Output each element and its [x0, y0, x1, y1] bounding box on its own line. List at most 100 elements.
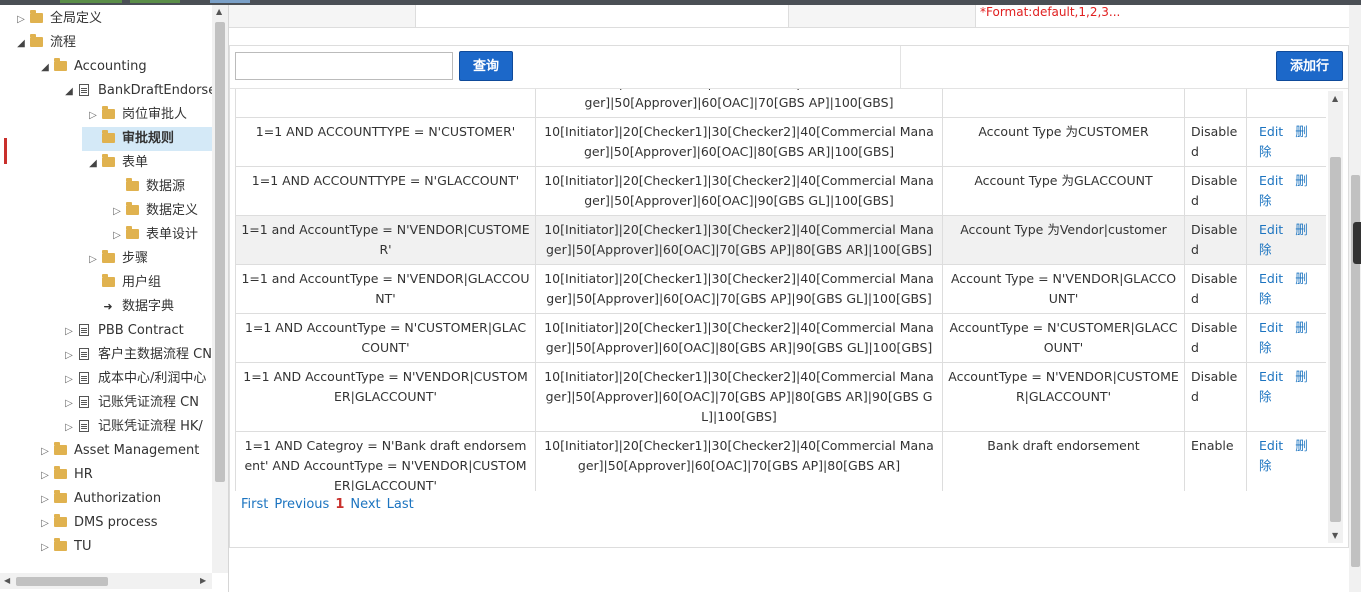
tree-node[interactable]: ▷ 成本中心/利润中心 [62, 367, 206, 391]
collapsed-arrow-icon[interactable]: ▷ [62, 344, 76, 368]
tree-node-label: TU [74, 539, 92, 554]
collapsed-arrow-icon[interactable]: ▷ [62, 392, 76, 416]
folder-icon [52, 487, 68, 511]
collapsed-arrow-icon[interactable]: ▷ [38, 536, 52, 560]
scroll-up-icon[interactable]: ▲ [216, 7, 222, 16]
edit-link[interactable]: Edit [1259, 124, 1283, 139]
scrollbar-thumb[interactable] [16, 577, 108, 586]
tree-node[interactable]: ▷ Asset Management [38, 439, 199, 463]
expanded-arrow-icon[interactable]: ◢ [14, 32, 28, 56]
tree-node[interactable]: ▷ 记账凭证流程 HK/ [62, 415, 203, 439]
tree-node-label: 数据源 [146, 179, 186, 194]
tree-node[interactable]: ▷ 步骤 [86, 247, 148, 271]
scroll-up-icon[interactable]: ▲ [1332, 94, 1338, 103]
query-button[interactable]: 查询 [459, 51, 513, 81]
scrollbar-thumb[interactable] [1330, 157, 1341, 522]
scroll-left-icon[interactable]: ◀ [4, 576, 10, 585]
collapsed-arrow-icon[interactable]: ▷ [110, 224, 124, 248]
actions-cell: Edit 删除 [1246, 264, 1326, 314]
collapsed-arrow-icon[interactable]: ▷ [86, 104, 100, 128]
document-icon [76, 79, 92, 103]
search-input[interactable] [235, 52, 453, 80]
tree-node[interactable]: ◢ 流程 [14, 31, 76, 55]
scrollbar-thumb[interactable] [215, 22, 225, 482]
collapsed-arrow-icon[interactable]: ▷ [38, 440, 52, 464]
scroll-right-icon[interactable]: ▶ [200, 576, 206, 585]
pager-previous[interactable]: Previous [274, 497, 329, 512]
edit-link[interactable]: Edit [1259, 173, 1283, 188]
collapsed-arrow-icon[interactable]: ▷ [14, 8, 28, 32]
approvers-cell: 10[Initiator]|20[Checker1]|30[Checker2]|… [535, 166, 943, 216]
tree-vertical-scrollbar[interactable]: ▲ [212, 5, 228, 573]
folder-icon [28, 31, 44, 55]
expanded-arrow-icon[interactable]: ◢ [38, 56, 52, 80]
tree-node[interactable]: 审批规则 [82, 127, 212, 151]
approvers-cell: 10[Initiator]|20[Checker1]|30[Checker2]|… [535, 431, 943, 491]
pager-next[interactable]: Next [350, 497, 380, 512]
tree-node[interactable]: ▷ 全局定义 [14, 7, 102, 31]
edit-link[interactable]: Edit [1259, 320, 1283, 335]
add-row-button[interactable]: 添加行 [1276, 51, 1343, 81]
collapsed-arrow-icon[interactable]: ▷ [62, 368, 76, 392]
tree-node[interactable]: ▷ 客户主数据流程 CN [62, 343, 212, 367]
condition-cell: 1=1 and AccountType = N'VENDOR|GLACCOUNT… [235, 264, 536, 314]
collapsed-arrow-icon[interactable]: ▷ [38, 464, 52, 488]
grid-vertical-scrollbar[interactable]: ▲ ▼ [1328, 91, 1343, 543]
approvers-cell: 10[Initiator]|20[Checker1]|30[Checker2]|… [535, 264, 943, 314]
approvers-cell: 10[Initiator]|20[Checker1]|30[Checker2]|… [535, 313, 943, 363]
tree-node[interactable]: ▷ DMS process [38, 511, 158, 535]
tree-node[interactable]: ▷ Authorization [38, 487, 161, 511]
table-row: 1=1 and AccountType = N'VENDOR|CUSTOMER'… [235, 215, 1326, 265]
tree-node[interactable]: ▷ 记账凭证流程 CN [62, 391, 199, 415]
collapsed-arrow-icon[interactable]: ▷ [110, 200, 124, 224]
description-cell: Account Type 为GLACCOUNT [942, 166, 1185, 216]
collapsed-arrow-icon[interactable]: ▷ [62, 320, 76, 344]
folder-icon [124, 223, 140, 247]
tree-node-label: 记账凭证流程 HK/ [98, 419, 203, 434]
tree-node-label: 步骤 [122, 251, 149, 266]
format-hint: *Format:default,1,2,3... [980, 5, 1121, 19]
page-vertical-scrollbar[interactable] [1349, 5, 1361, 592]
edit-link[interactable]: Edit [1259, 438, 1283, 453]
tree-node[interactable]: 用户组 [86, 271, 161, 295]
expanded-arrow-icon[interactable]: ◢ [86, 152, 100, 176]
tree-horizontal-scrollbar[interactable]: ◀ ▶ [0, 573, 212, 589]
condition-cell [235, 89, 536, 118]
expanded-arrow-icon[interactable]: ◢ [62, 80, 76, 104]
tree-node[interactable]: ▷ PBB Contract [62, 319, 184, 343]
scroll-down-icon[interactable]: ▼ [1332, 531, 1338, 540]
form-cell[interactable] [416, 5, 789, 27]
pager-first[interactable]: First [241, 497, 268, 512]
condition-cell: 1=1 AND ACCOUNTTYPE = N'GLACCOUNT' [235, 166, 536, 216]
collapsed-arrow-icon[interactable]: ▷ [86, 248, 100, 272]
edit-link[interactable]: Edit [1259, 222, 1283, 237]
tree-node-label: Accounting [74, 59, 147, 74]
edit-link[interactable]: Edit [1259, 271, 1283, 286]
folder-icon [52, 463, 68, 487]
description-cell [942, 89, 1185, 118]
tree-node[interactable]: ▷ 表单设计 [110, 223, 198, 247]
tree-node[interactable]: ▷ HR [38, 463, 93, 487]
condition-cell: 1=1 AND AccountType = N'CUSTOMER|GLACCOU… [235, 313, 536, 363]
tree-node[interactable]: ◢ Accounting [38, 55, 147, 79]
tree-node[interactable]: ▷ 数据定义 [110, 199, 198, 223]
side-handle[interactable] [1353, 222, 1361, 264]
collapsed-arrow-icon[interactable]: ▷ [38, 488, 52, 512]
tree-node[interactable]: ◢ 表单 [86, 151, 148, 175]
pager-current-page: 1 [335, 497, 345, 512]
collapsed-arrow-icon[interactable]: ▷ [38, 512, 52, 536]
tree-node[interactable]: ▷ TU [38, 535, 91, 559]
folder-icon [100, 271, 116, 295]
form-cell [229, 5, 416, 27]
edit-link[interactable]: Edit [1259, 369, 1283, 384]
condition-cell: 1=1 AND Categroy = N'Bank draft endorsem… [235, 431, 536, 491]
tree-node[interactable]: ◢ BankDraftEndorsement [62, 79, 212, 103]
status-cell: Disabled [1184, 264, 1247, 314]
tree-node-label: 表单设计 [146, 227, 199, 242]
tree-node[interactable]: 数据源 [110, 175, 185, 199]
collapsed-arrow-icon[interactable]: ▷ [62, 416, 76, 440]
tree-node[interactable]: ➜ 数据字典 [86, 295, 174, 319]
tree-node[interactable]: ▷ 岗位审批人 [86, 103, 187, 127]
tree-node-label: 成本中心/利润中心 [98, 371, 207, 386]
pager-last[interactable]: Last [387, 497, 414, 512]
